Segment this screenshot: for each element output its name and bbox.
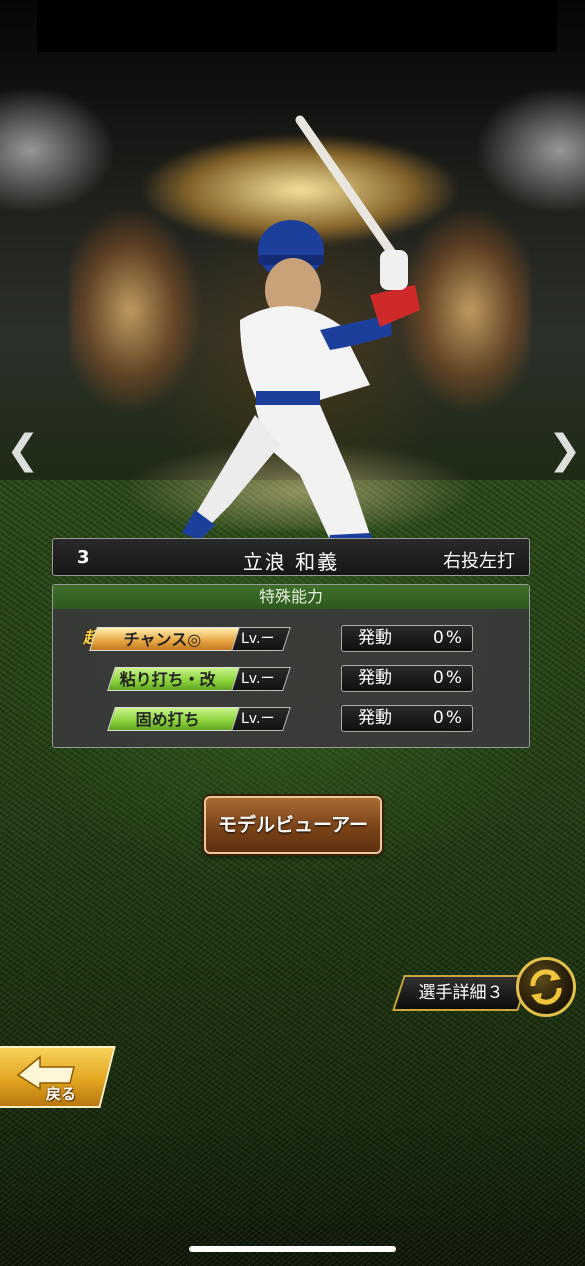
ability-level-text: Lv.ー xyxy=(241,711,275,727)
special-abilities-panel: 特殊能力 超 チャンス◎ Lv.ー 発動 0% 粘り打ち・改 Lv.ー 発動 0… xyxy=(52,584,530,748)
ability-level-text: Lv.ー xyxy=(241,671,275,687)
trigger-value: 0% xyxy=(433,708,464,728)
prev-player-arrow[interactable]: ❮ xyxy=(6,425,40,475)
ability-tag: 固め打ち xyxy=(107,707,242,731)
ability-trigger: 発動 0% xyxy=(341,705,473,732)
trigger-value: 0% xyxy=(433,628,464,648)
ability-row[interactable]: 固め打ち Lv.ー 発動 0% xyxy=(53,704,529,734)
ability-tag: 粘り打ち・改 xyxy=(107,667,242,691)
trigger-label: 発動 xyxy=(358,668,392,688)
ability-row[interactable]: 粘り打ち・改 Lv.ー 発動 0% xyxy=(53,664,529,694)
player-detail-button[interactable]: 選手詳細３ xyxy=(392,975,530,1011)
player-name-bar: 3 立浪 和義 右投左打 xyxy=(52,538,530,576)
ability-trigger: 発動 0% xyxy=(341,665,473,692)
ability-trigger: 発動 0% xyxy=(341,625,473,652)
switch-icon[interactable] xyxy=(516,957,576,1017)
next-player-arrow[interactable]: ❯ xyxy=(548,425,582,475)
ability-level-text: Lv.ー xyxy=(241,631,275,647)
ability-level: Lv.ー xyxy=(231,707,291,731)
trigger-label: 発動 xyxy=(358,708,392,728)
model-viewer-button[interactable]: モデルビューアー xyxy=(204,796,382,854)
ability-name: チャンス◎ xyxy=(123,630,202,649)
back-label: 戻る xyxy=(46,1085,77,1103)
trigger-label: 発動 xyxy=(358,628,392,648)
player-batting-illustration xyxy=(182,115,420,545)
ability-level: Lv.ー xyxy=(231,667,291,691)
ability-row[interactable]: 超 チャンス◎ Lv.ー 発動 0% xyxy=(53,624,529,654)
switch-arrows-icon xyxy=(530,969,562,1005)
home-indicator[interactable] xyxy=(189,1246,396,1252)
game-scene: ❮ ❯ 3 立浪 和義 右投左打 特殊能力 超 チャンス◎ Lv.ー 発動 0%… xyxy=(0,0,585,1266)
ability-level: Lv.ー xyxy=(231,627,291,651)
player-handedness: 右投左打 xyxy=(443,551,515,572)
player-detail-label: 選手詳細３ xyxy=(418,983,504,1003)
trigger-value: 0% xyxy=(433,668,464,688)
ability-name: 粘り打ち・改 xyxy=(119,670,216,689)
ability-name: 固め打ち xyxy=(135,710,200,729)
top-black-bar xyxy=(37,0,557,52)
ability-tag: チャンス◎ xyxy=(89,627,242,651)
abilities-header: 特殊能力 xyxy=(53,585,529,609)
